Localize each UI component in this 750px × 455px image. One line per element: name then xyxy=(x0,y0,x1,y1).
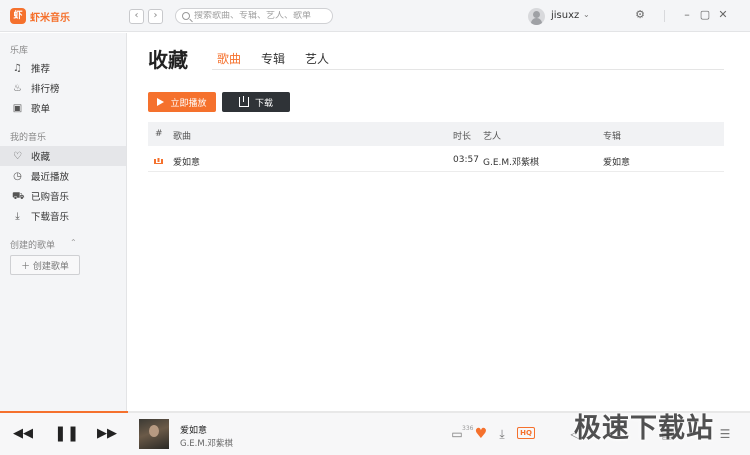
play-icon xyxy=(157,98,165,106)
create-playlist-button[interactable]: ＋ 创建歌单 xyxy=(10,255,80,275)
chevron-up-icon[interactable]: ⌃ xyxy=(70,238,77,247)
username[interactable]: jisuxz xyxy=(551,10,579,21)
music-note-icon: ♫ xyxy=(13,62,22,74)
quality-badge[interactable]: HQ xyxy=(517,427,535,439)
sidebar-item-favorites[interactable]: ♡ 收藏 xyxy=(0,146,126,166)
now-playing-title[interactable]: 爱如意 xyxy=(180,423,207,436)
pause-icon[interactable]: ❚❚ xyxy=(54,425,79,441)
song-artist[interactable]: G.E.M.邓紫棋 xyxy=(483,155,539,168)
forward-button[interactable]: › xyxy=(148,9,163,24)
sidebar-item-charts[interactable]: ♨ 排行榜 xyxy=(0,78,126,98)
next-icon[interactable]: ▶▶ xyxy=(97,426,117,442)
maximize-icon[interactable]: ▢ xyxy=(698,8,712,22)
cart-icon: ⛟ xyxy=(12,190,25,202)
app-name: 虾米音乐 xyxy=(30,12,70,24)
column-song[interactable]: 歌曲 xyxy=(173,129,191,142)
download-icon: ⤓ xyxy=(15,210,20,222)
sidebar-item-label: 收藏 xyxy=(31,152,51,163)
table-row[interactable]: 爱如意 03:57 G.E.M.邓紫棋 爱如意 xyxy=(148,148,724,172)
logo-mark-icon: 虾 xyxy=(10,8,26,24)
sidebar-item-label: 下载音乐 xyxy=(31,212,70,223)
sidebar-item-recent[interactable]: ◷ 最近播放 xyxy=(0,166,126,186)
tab-songs[interactable]: 歌曲 xyxy=(217,50,241,67)
sidebar: 乐库 ♫ 推荐 ♨ 排行榜 ▣ 歌单 我的音乐 ♡ 收藏 ◷ 最近播放 ⛟ 已购… xyxy=(0,33,127,411)
divider xyxy=(664,10,665,22)
column-album[interactable]: 专辑 xyxy=(603,129,621,142)
album-cover[interactable] xyxy=(139,419,169,449)
sidebar-item-label: 推荐 xyxy=(31,64,51,75)
back-button[interactable]: ‹ xyxy=(129,9,144,24)
column-index: # xyxy=(155,129,163,139)
playlist-icon: ▣ xyxy=(12,102,23,114)
section-title-library: 乐库 xyxy=(10,46,29,56)
watermark: 极速下载站 xyxy=(574,413,714,444)
search-input[interactable] xyxy=(194,11,329,21)
sidebar-item-label: 歌单 xyxy=(31,104,51,115)
sidebar-item-label: 最近播放 xyxy=(31,172,70,183)
sidebar-item-recommend[interactable]: ♫ 推荐 xyxy=(0,58,126,78)
chevron-down-icon[interactable]: ⌄ xyxy=(583,10,590,19)
minimize-icon[interactable]: – xyxy=(680,8,694,22)
song-title[interactable]: 爱如意 xyxy=(173,155,200,168)
download-icon xyxy=(238,96,249,107)
page-title: 收藏 xyxy=(148,48,188,72)
play-all-button[interactable]: 立即播放 xyxy=(148,92,216,112)
close-icon[interactable]: ✕ xyxy=(716,8,730,22)
sidebar-item-downloads[interactable]: ⤓ 下载音乐 xyxy=(0,206,126,226)
now-playing-icon xyxy=(154,157,163,164)
playlist-queue-icon[interactable]: ☰ xyxy=(718,427,732,441)
previous-icon[interactable]: ◀◀ xyxy=(13,426,33,442)
now-playing-artist[interactable]: G.E.M.邓紫棋 xyxy=(180,437,233,449)
clock-icon: ◷ xyxy=(13,170,22,182)
heart-filled-icon[interactable]: ♥ xyxy=(474,427,488,441)
column-artist[interactable]: 艺人 xyxy=(483,129,501,142)
heart-icon: ♡ xyxy=(13,150,22,162)
search-icon xyxy=(182,12,190,20)
song-album[interactable]: 爱如意 xyxy=(603,155,630,168)
sidebar-item-label: 排行榜 xyxy=(31,84,60,95)
title-bar: 虾 虾米音乐 ‹ › jisuxz ⌄ ⚙ – ▢ ✕ xyxy=(0,0,750,32)
download-button[interactable]: 下载 xyxy=(222,92,290,112)
sidebar-item-label: 已购音乐 xyxy=(31,192,70,203)
download-icon[interactable]: ⤓ xyxy=(495,427,509,441)
section-title-created: 创建的歌单 xyxy=(10,241,56,251)
play-all-label: 立即播放 xyxy=(170,98,207,109)
tab-divider xyxy=(212,69,724,70)
comment-count: 336 xyxy=(462,425,474,432)
sidebar-item-purchased[interactable]: ⛟ 已购音乐 xyxy=(0,186,126,206)
search-box[interactable] xyxy=(175,8,333,24)
gear-icon[interactable]: ⚙ xyxy=(633,8,647,22)
flame-icon: ♨ xyxy=(13,82,22,94)
song-duration: 03:57 xyxy=(453,155,479,165)
sidebar-item-playlists[interactable]: ▣ 歌单 xyxy=(0,98,126,118)
column-duration[interactable]: 时长 xyxy=(453,129,471,142)
section-title-my-music: 我的音乐 xyxy=(10,133,47,143)
tab-artists[interactable]: 艺人 xyxy=(305,50,329,67)
download-label: 下载 xyxy=(254,98,273,109)
avatar[interactable] xyxy=(528,8,545,25)
table-header: # 歌曲 时长 艺人 专辑 xyxy=(148,122,724,146)
app-logo: 虾 虾米音乐 xyxy=(10,8,70,24)
tab-albums[interactable]: 专辑 xyxy=(261,50,285,67)
